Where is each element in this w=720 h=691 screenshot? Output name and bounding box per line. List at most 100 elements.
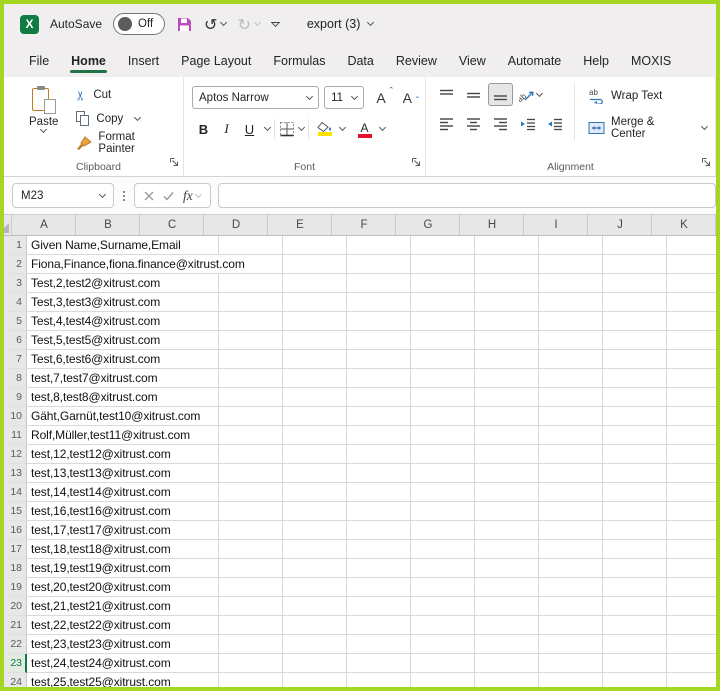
- row-cells[interactable]: Fiona,Finance,fiona.finance@xitrust.com: [27, 255, 716, 274]
- excel-logo-icon[interactable]: X: [20, 15, 39, 34]
- tab-review[interactable]: Review: [385, 48, 448, 77]
- formula-input[interactable]: [218, 183, 716, 208]
- merge-center-dropdown-chevron-icon[interactable]: [701, 123, 708, 130]
- format-painter-button[interactable]: Format Painter: [73, 131, 175, 155]
- row-header-2[interactable]: 2: [4, 255, 27, 274]
- row-header-13[interactable]: 13: [4, 464, 27, 483]
- tab-file[interactable]: File: [18, 48, 60, 77]
- borders-dropdown-chevron-icon[interactable]: [298, 124, 305, 131]
- row-header-19[interactable]: 19: [4, 578, 27, 597]
- column-header-g[interactable]: G: [396, 215, 460, 235]
- row-header-7[interactable]: 7: [4, 350, 27, 369]
- row-cells[interactable]: test,18,test18@xitrust.com: [27, 540, 716, 559]
- tab-automate[interactable]: Automate: [497, 48, 573, 77]
- row-header-1[interactable]: 1: [4, 236, 27, 255]
- row-cells[interactable]: Test,3,test3@xitrust.com: [27, 293, 716, 312]
- redo-icon[interactable]: ↻: [237, 15, 250, 34]
- font-color-button[interactable]: A: [353, 117, 376, 141]
- undo-icon[interactable]: ↺: [204, 15, 217, 34]
- orientation-button[interactable]: ab: [515, 83, 545, 106]
- column-header-f[interactable]: F: [332, 215, 396, 235]
- row-cells[interactable]: test,19,test19@xitrust.com: [27, 559, 716, 578]
- row-cells[interactable]: test,8,test8@xitrust.com: [27, 388, 716, 407]
- tab-help[interactable]: Help: [572, 48, 620, 77]
- paste-button[interactable]: Paste: [22, 83, 65, 155]
- align-bottom-button[interactable]: [488, 83, 513, 106]
- align-center-button[interactable]: [461, 112, 486, 135]
- column-header-b[interactable]: B: [76, 215, 140, 235]
- row-header-3[interactable]: 3: [4, 274, 27, 293]
- insert-function-icon[interactable]: fx: [183, 188, 193, 204]
- row-cells[interactable]: Rolf,Müller,test11@xitrust.com: [27, 426, 716, 445]
- column-header-i[interactable]: I: [524, 215, 588, 235]
- row-header-18[interactable]: 18: [4, 559, 27, 578]
- row-cells[interactable]: Test,2,test2@xitrust.com: [27, 274, 716, 293]
- customize-quick-access-icon[interactable]: [271, 22, 280, 26]
- tab-insert[interactable]: Insert: [117, 48, 170, 77]
- redo-dropdown-chevron-icon[interactable]: [254, 19, 261, 26]
- enter-icon[interactable]: [163, 191, 174, 201]
- row-cells[interactable]: test,14,test14@xitrust.com: [27, 483, 716, 502]
- italic-button[interactable]: I: [215, 117, 238, 141]
- copy-button[interactable]: Copy: [73, 107, 175, 131]
- cancel-icon[interactable]: [144, 191, 154, 201]
- alignment-dialog-launcher-icon[interactable]: [701, 154, 711, 172]
- row-header-8[interactable]: 8: [4, 369, 27, 388]
- column-header-a[interactable]: A: [12, 215, 76, 235]
- row-header-22[interactable]: 22: [4, 635, 27, 654]
- undo-dropdown-chevron-icon[interactable]: [220, 19, 227, 26]
- row-header-20[interactable]: 20: [4, 597, 27, 616]
- column-header-h[interactable]: H: [460, 215, 524, 235]
- row-header-17[interactable]: 17: [4, 540, 27, 559]
- cut-button[interactable]: ✂ Cut: [73, 83, 175, 107]
- row-header-14[interactable]: 14: [4, 483, 27, 502]
- increase-indent-button[interactable]: [542, 112, 567, 135]
- row-cells[interactable]: Test,5,test5@xitrust.com: [27, 331, 716, 350]
- underline-dropdown-chevron-icon[interactable]: [264, 124, 271, 131]
- row-header-23[interactable]: 23: [4, 654, 27, 673]
- name-box[interactable]: M23: [12, 183, 114, 208]
- decrease-indent-button[interactable]: [515, 112, 540, 135]
- copy-dropdown-chevron-icon[interactable]: [134, 114, 141, 121]
- font-color-dropdown-chevron-icon[interactable]: [379, 124, 386, 131]
- font-dialog-launcher-icon[interactable]: [411, 154, 421, 172]
- save-icon[interactable]: [176, 16, 193, 33]
- row-header-9[interactable]: 9: [4, 388, 27, 407]
- row-cells[interactable]: Gäht,Garnüt,test10@xitrust.com: [27, 407, 716, 426]
- row-header-16[interactable]: 16: [4, 521, 27, 540]
- tab-formulas[interactable]: Formulas: [262, 48, 336, 77]
- align-top-button[interactable]: [434, 83, 459, 106]
- column-header-e[interactable]: E: [268, 215, 332, 235]
- row-cells[interactable]: Test,6,test6@xitrust.com: [27, 350, 716, 369]
- row-cells[interactable]: test,24,test24@xitrust.com: [27, 654, 716, 673]
- row-cells[interactable]: test,22,test22@xitrust.com: [27, 616, 716, 635]
- tab-page-layout[interactable]: Page Layout: [170, 48, 262, 77]
- row-cells[interactable]: test,25,test25@xitrust.com: [27, 673, 716, 691]
- row-header-11[interactable]: 11: [4, 426, 27, 445]
- row-header-12[interactable]: 12: [4, 445, 27, 464]
- borders-icon[interactable]: [279, 121, 295, 137]
- row-cells[interactable]: test,13,test13@xitrust.com: [27, 464, 716, 483]
- shrink-font-button[interactable]: A ˆ: [398, 88, 417, 108]
- tab-moxis[interactable]: MOXIS: [620, 48, 682, 77]
- column-header-d[interactable]: D: [204, 215, 268, 235]
- clipboard-dialog-launcher-icon[interactable]: [169, 154, 179, 172]
- row-cells[interactable]: test,23,test23@xitrust.com: [27, 635, 716, 654]
- font-name-select[interactable]: Aptos Narrow: [192, 86, 319, 109]
- title-dropdown-chevron-icon[interactable]: [367, 19, 374, 26]
- wrap-text-button[interactable]: ab Wrap Text: [588, 83, 707, 108]
- underline-button[interactable]: U: [238, 117, 261, 141]
- row-cells[interactable]: Test,4,test4@xitrust.com: [27, 312, 716, 331]
- document-title[interactable]: export (3): [307, 17, 361, 31]
- orientation-dropdown-chevron-icon[interactable]: [535, 89, 542, 96]
- row-header-4[interactable]: 4: [4, 293, 27, 312]
- row-header-10[interactable]: 10: [4, 407, 27, 426]
- row-cells[interactable]: test,21,test21@xitrust.com: [27, 597, 716, 616]
- fill-color-dropdown-chevron-icon[interactable]: [339, 124, 346, 131]
- grow-font-button[interactable]: A ˆ: [371, 88, 390, 108]
- column-header-c[interactable]: C: [140, 215, 204, 235]
- bold-button[interactable]: B: [192, 117, 215, 141]
- row-header-21[interactable]: 21: [4, 616, 27, 635]
- row-cells[interactable]: test,17,test17@xitrust.com: [27, 521, 716, 540]
- row-header-5[interactable]: 5: [4, 312, 27, 331]
